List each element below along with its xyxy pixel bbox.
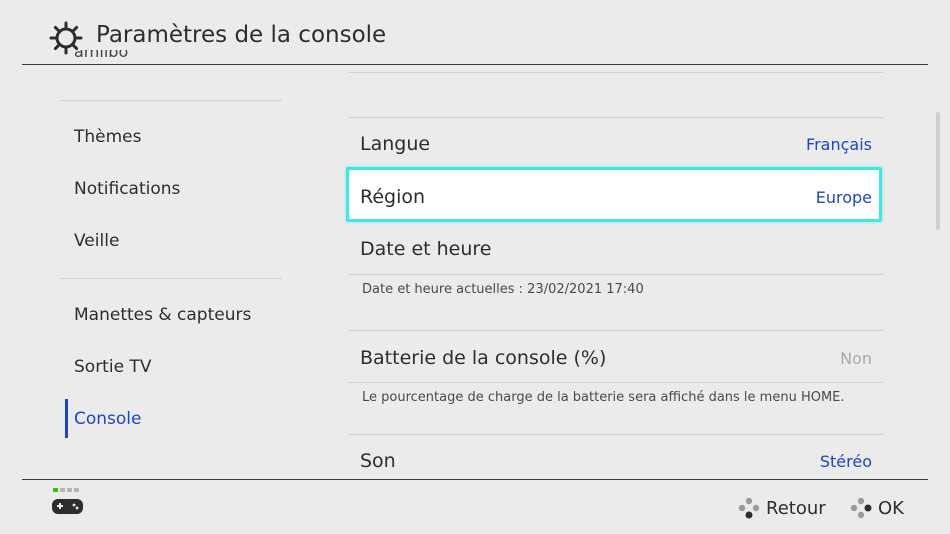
list-divider <box>348 382 883 383</box>
sidebar-item-veille[interactable]: Veille <box>74 231 119 251</box>
selected-indicator <box>65 399 68 438</box>
button-b-icon <box>738 497 760 519</box>
button-a-icon <box>850 497 872 519</box>
setting-description: Le pourcentage de charge de la batterie … <box>362 390 845 405</box>
back-button[interactable]: Retour <box>738 497 826 519</box>
list-divider <box>348 274 883 275</box>
setting-value: Français <box>806 135 872 154</box>
controller-icon <box>52 488 83 514</box>
setting-value: Non <box>840 349 872 368</box>
setting-value: Stéréo <box>819 452 872 471</box>
setting-label: Langue <box>360 133 431 155</box>
sidebar-divider <box>60 278 282 279</box>
setting-label: Son <box>360 450 396 472</box>
sidebar-item-label: amiibo <box>74 50 129 61</box>
setting-label: Batterie de la console (%) <box>360 347 607 369</box>
sidebar-item-console[interactable]: Console <box>74 409 142 429</box>
setting-description: Date et heure actuelles : 23/02/2021 17:… <box>362 282 644 297</box>
setting-row-region[interactable] <box>346 167 882 222</box>
list-divider <box>348 330 883 331</box>
sidebar-divider <box>60 100 282 101</box>
page-title: Paramètres de la console <box>96 22 387 48</box>
ok-label: OK <box>878 497 904 519</box>
back-label: Retour <box>766 497 826 519</box>
setting-value: Europe <box>815 188 872 207</box>
sidebar-item-notifications[interactable]: Notifications <box>74 179 180 199</box>
sidebar-item-themes[interactable]: Thèmes <box>74 127 142 147</box>
scrollbar[interactable] <box>936 112 940 230</box>
ok-button[interactable]: OK <box>850 497 904 519</box>
sidebar-item-sortie-tv[interactable]: Sortie TV <box>74 357 151 377</box>
list-divider <box>348 434 883 435</box>
sidebar-item-amiibo[interactable]: amiibo <box>74 50 274 66</box>
sidebar-item-manettes[interactable]: Manettes & capteurs <box>74 305 251 325</box>
list-divider <box>348 72 883 73</box>
footer-divider <box>22 479 928 480</box>
setting-label: Date et heure <box>360 238 492 260</box>
list-divider <box>348 117 883 118</box>
setting-label: Région <box>360 186 426 208</box>
